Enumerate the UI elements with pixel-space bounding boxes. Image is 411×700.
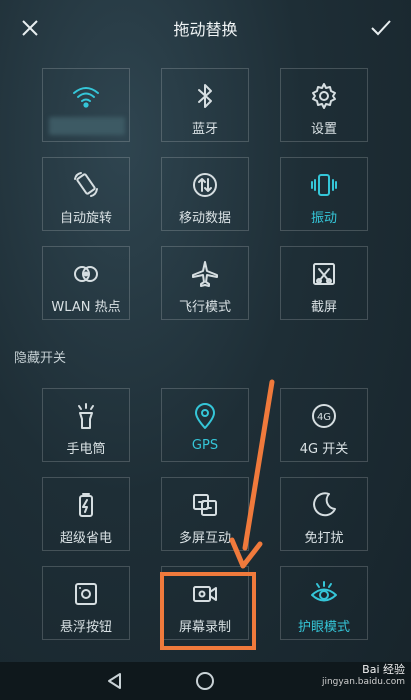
watermark-text: Bai 经验 (362, 663, 405, 676)
home-icon (196, 672, 214, 690)
watermark: Bai 经验 jingyan.baidu.com (322, 664, 405, 688)
annotation-arrow (229, 379, 275, 569)
watermark-url: jingyan.baidu.com (321, 677, 405, 687)
back-icon (108, 673, 121, 689)
home-button[interactable] (193, 669, 217, 693)
back-button[interactable] (103, 669, 127, 693)
